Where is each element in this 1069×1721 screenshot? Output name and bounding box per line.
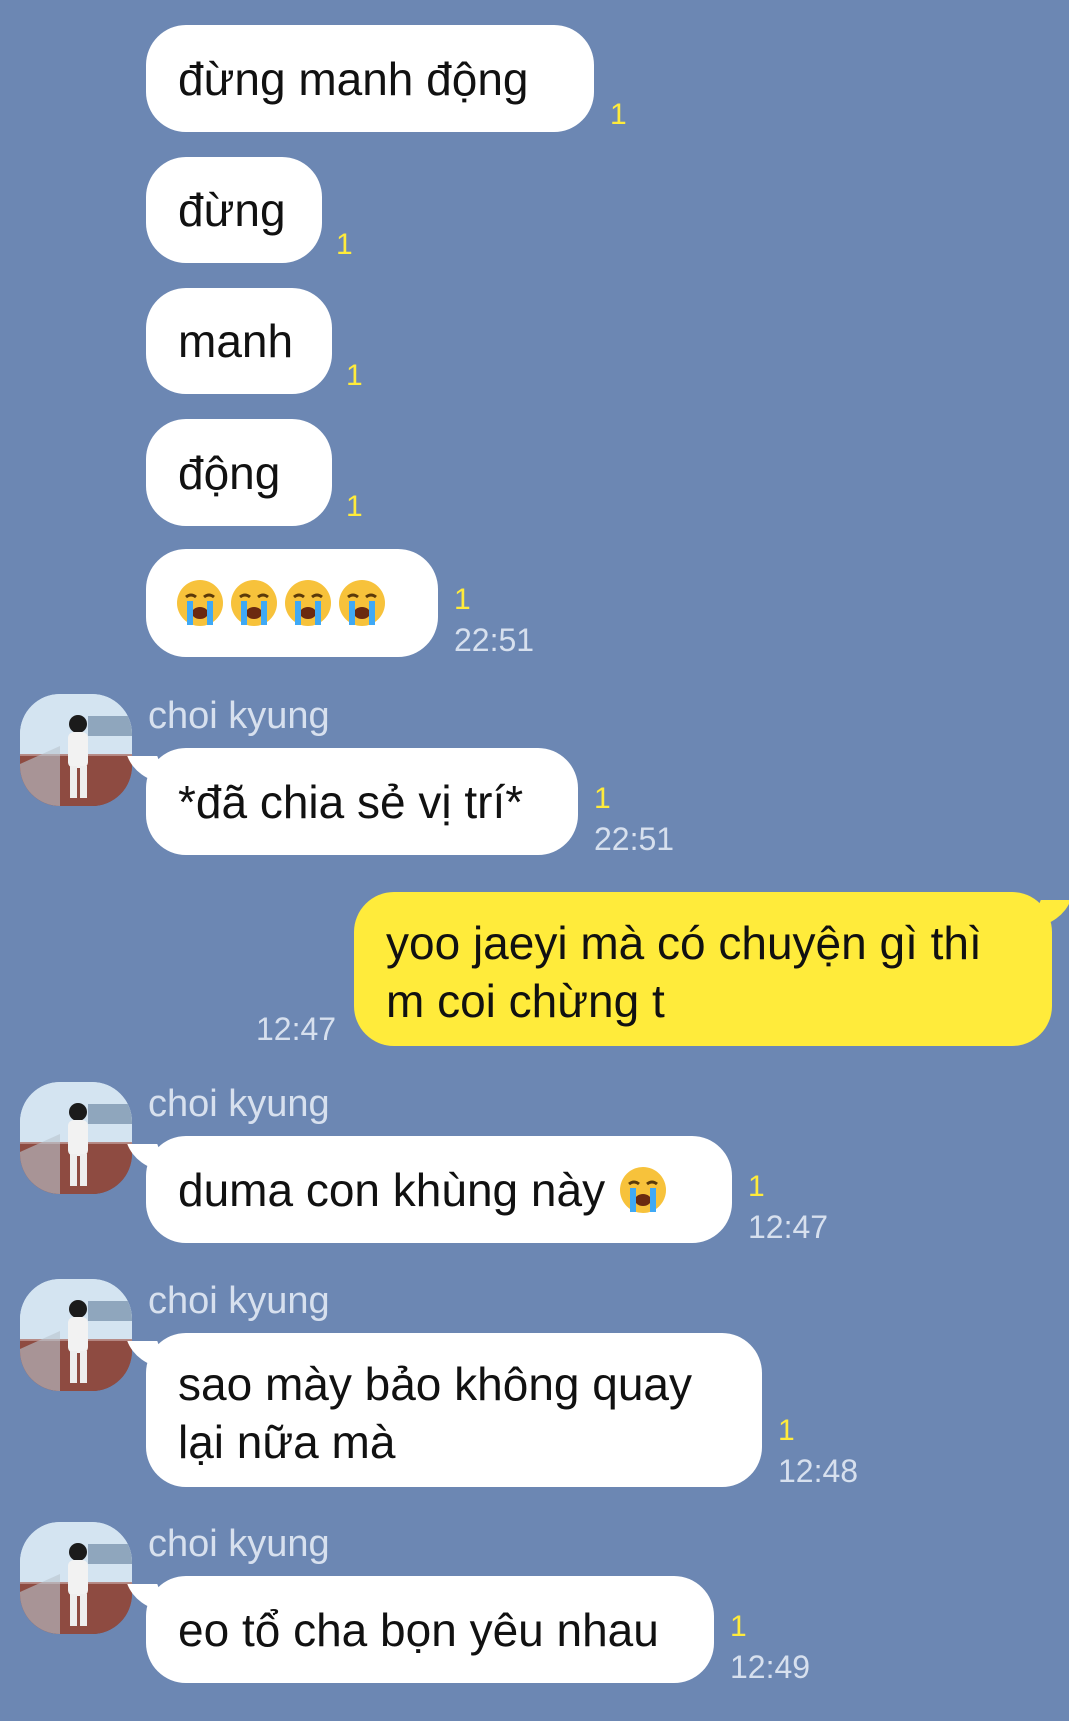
message-text-line: m coi chừng t bbox=[386, 975, 665, 1027]
message-time: 12:47 bbox=[256, 1011, 337, 1047]
message-time: 12:48 bbox=[778, 1453, 859, 1489]
message-time: 12:47 bbox=[748, 1209, 829, 1245]
sender-name: choi kyung bbox=[148, 1280, 330, 1322]
unread-count: 1 bbox=[610, 98, 627, 131]
message-text: động bbox=[178, 446, 281, 499]
message-bubble[interactable] bbox=[146, 549, 438, 657]
sender-name: choi kyung bbox=[148, 1523, 330, 1565]
message-bubble[interactable]: eo tổ cha bọn yêu nhau bbox=[146, 1576, 714, 1683]
unread-count: 1 bbox=[594, 782, 611, 815]
message-bubble[interactable]: động bbox=[146, 419, 332, 526]
avatar[interactable] bbox=[20, 694, 132, 806]
message-time: 22:51 bbox=[454, 622, 535, 658]
message-bubble[interactable]: duma con khùng này bbox=[146, 1136, 732, 1243]
message-text-line: lại nữa mà bbox=[178, 1416, 396, 1468]
message-text: duma con khùng này bbox=[178, 1163, 606, 1216]
message-text: đừng bbox=[178, 184, 286, 236]
avatar[interactable] bbox=[20, 1279, 132, 1391]
chat-room: đừng manh động 1 đừng 1 manh 1 động 1 1 … bbox=[0, 0, 1069, 1721]
avatar[interactable] bbox=[20, 1082, 132, 1194]
message-time: 12:49 bbox=[730, 1649, 811, 1685]
message-bubble[interactable]: đừng manh động bbox=[146, 25, 594, 132]
sender-name: choi kyung bbox=[148, 1083, 330, 1125]
unread-count: 1 bbox=[336, 228, 353, 261]
loudly-crying-face-icon bbox=[282, 577, 334, 629]
avatar[interactable] bbox=[20, 1522, 132, 1634]
unread-count: 1 bbox=[748, 1170, 765, 1203]
loudly-crying-face-icon bbox=[228, 577, 280, 629]
unread-count: 1 bbox=[346, 490, 363, 523]
message-bubble[interactable]: manh bbox=[146, 288, 332, 394]
loudly-crying-face-icon bbox=[174, 577, 226, 629]
message-bubble[interactable]: đừng bbox=[146, 157, 322, 263]
message-bubble[interactable]: *đã chia sẻ vị trí* bbox=[146, 748, 578, 855]
message-text: đừng manh động bbox=[178, 52, 529, 105]
my-message-bubble[interactable]: yoo jaeyi mà có chuyện gì thì m coi chừn… bbox=[354, 892, 1052, 1046]
message-text-line: sao mày bảo không quay bbox=[178, 1358, 693, 1410]
message-text: eo tổ cha bọn yêu nhau bbox=[178, 1603, 659, 1656]
loudly-crying-face-icon bbox=[617, 1164, 669, 1216]
unread-count: 1 bbox=[346, 359, 363, 392]
message-time: 22:51 bbox=[594, 821, 675, 857]
message-bubble[interactable]: sao mày bảo không quay lại nữa mà bbox=[146, 1333, 762, 1487]
unread-count: 1 bbox=[778, 1414, 795, 1447]
unread-count: 1 bbox=[454, 583, 471, 616]
message-text: *đã chia sẻ vị trí* bbox=[178, 775, 524, 828]
message-text: manh bbox=[178, 315, 294, 367]
unread-count: 1 bbox=[730, 1610, 747, 1643]
sender-name: choi kyung bbox=[148, 695, 330, 737]
message-text-line: yoo jaeyi mà có chuyện gì thì bbox=[386, 917, 982, 969]
loudly-crying-face-icon bbox=[336, 577, 388, 629]
